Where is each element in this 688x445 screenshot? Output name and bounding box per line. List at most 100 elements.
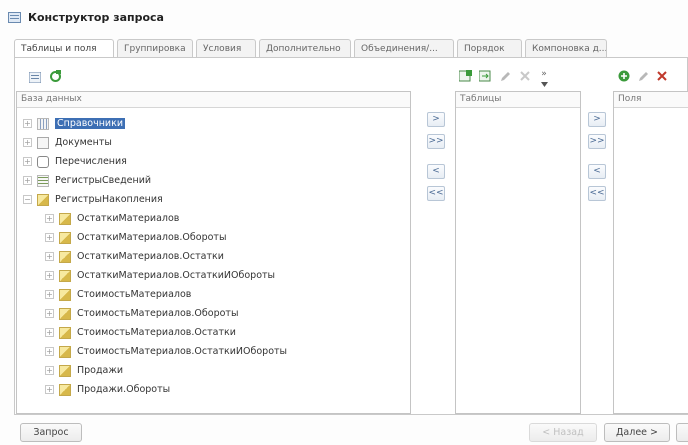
add-all-fields-button[interactable]: >> [588,134,606,149]
info-register-icon [37,174,49,187]
expand-icon[interactable]: + [45,252,54,261]
tree-item-label: РегистрыСведений [55,175,152,186]
query-designer-icon [8,11,21,23]
catalog-icon [37,117,49,130]
remove-table-button[interactable]: < [427,164,445,179]
expand-icon[interactable]: + [45,328,54,337]
tree-item-label: РегистрыНакопления [55,194,163,205]
expand-icon[interactable]: + [45,347,54,356]
document-icon [37,136,49,149]
window-title: Конструктор запроса [28,10,164,24]
accumulation-register-icon [59,231,71,244]
add-field-icon[interactable] [616,69,632,83]
back-button[interactable]: < Назад [529,423,597,442]
accumulation-register-icon [59,269,71,282]
tree-item-register[interactable]: + СтоимостьМатериалов [45,285,191,304]
tree-item-label: ОстаткиМатериалов.ОстаткиИОбороты [77,270,276,281]
tree-item-info-registers[interactable]: + РегистрыСведений [23,171,151,190]
tree-item-label: Справочники [55,118,126,129]
edit-field-pencil-icon[interactable] [635,69,651,83]
expand-icon[interactable]: + [45,271,54,280]
query-designer-window: Конструктор запроса Таблицы и поля Групп… [0,0,688,445]
tree-item-label: ОстаткиМатериалов.Остатки [77,251,224,262]
expand-icon[interactable]: + [45,366,54,375]
next-button[interactable]: Далее > [604,423,670,442]
tree-item-label: СтоимостьМатериалов.Остатки [77,327,236,338]
tab-composition[interactable]: Компоновка д... [525,39,607,58]
accumulation-register-icon [59,212,71,225]
tree-item-label: Документы [55,137,112,148]
refresh-tree-icon[interactable] [47,69,63,83]
tree-item-label: СтоимостьМатериалов.ОстаткиИОбороты [77,346,288,357]
tree-item-documents[interactable]: + Документы [23,133,112,152]
tree-item-register[interactable]: + СтоимостьМатериалов.Обороты [45,304,238,323]
expand-icon[interactable]: + [23,138,32,147]
expand-icon[interactable]: + [23,176,32,185]
delete-field-icon[interactable] [654,69,670,83]
tree-item-catalogs[interactable]: + Справочники [23,114,126,133]
list-view-icon[interactable] [27,70,43,84]
remove-all-tables-button[interactable]: << [427,186,445,201]
partial-button[interactable] [676,423,688,442]
remove-field-button[interactable]: < [588,164,606,179]
remove-all-fields-button[interactable]: << [588,186,606,201]
expand-icon[interactable]: + [23,157,32,166]
dropdown-arrow-icon[interactable] [536,77,552,91]
tree-item-enums[interactable]: + Перечисления [23,152,127,171]
enum-icon [37,155,49,168]
tree-item-label: СтоимостьМатериалов [77,289,192,300]
tree-item-register[interactable]: + Продажи [45,361,123,380]
tree-item-register[interactable]: + Продажи.Обороты [45,380,170,399]
expand-icon[interactable]: + [45,214,54,223]
title-bar: Конструктор запроса [8,8,688,26]
accumulation-register-icon [59,383,71,396]
tab-strip: Таблицы и поля Группировка Условия Допол… [14,39,688,59]
tab-unions[interactable]: Объединения/... [354,39,454,58]
accumulation-register-icon [37,193,49,206]
accumulation-register-icon [59,250,71,263]
fields-panel: Поля [613,91,688,414]
fields-panel-header: Поля [614,92,688,108]
tab-advanced[interactable]: Дополнительно [259,39,351,58]
add-all-tables-button[interactable]: >> [427,134,445,149]
tree-item-label: ОстаткиМатериалов [77,213,180,224]
tree-item-label: ОстаткиМатериалов.Обороты [77,232,227,243]
tables-panel-header: Таблицы [456,92,580,108]
accumulation-register-icon [59,326,71,339]
tab-tables-and-fields[interactable]: Таблицы и поля [14,39,114,59]
expand-icon[interactable]: + [45,385,54,394]
tree-item-accumulation-registers[interactable]: − РегистрыНакопления [23,190,163,209]
tree-item-register[interactable]: + ОстаткиМатериалов.Остатки [45,247,224,266]
tree-item-register[interactable]: + СтоимостьМатериалов.ОстаткиИОбороты [45,342,287,361]
collapse-icon[interactable]: − [23,195,32,204]
tree-item-label: Перечисления [55,156,127,167]
tab-panel-tables-and-fields: База данных + Справочники + Документы + … [14,57,688,415]
tab-grouping[interactable]: Группировка [117,39,193,58]
tree-item-register[interactable]: + ОстаткиМатериалов.Обороты [45,228,226,247]
tree-item-register[interactable]: + ОстаткиМатериалов.ОстаткиИОбороты [45,266,275,285]
delete-icon[interactable] [517,69,533,83]
tree-item-label: СтоимостьМатериалов.Обороты [77,308,239,319]
expand-icon[interactable]: + [23,119,32,128]
expand-icon[interactable]: + [45,233,54,242]
tables-panel: Таблицы [455,91,581,414]
tab-order[interactable]: Порядок [457,39,522,58]
tree-item-label: Продажи.Обороты [77,384,171,395]
add-table-button[interactable]: > [427,112,445,127]
replace-table-icon[interactable] [477,69,493,83]
tree-item-register[interactable]: + ОстаткиМатериалов [45,209,179,228]
add-table-icon[interactable] [457,69,473,83]
query-button[interactable]: Запрос [20,423,82,442]
accumulation-register-icon [59,364,71,377]
tree-item-register[interactable]: + СтоимостьМатериалов.Остатки [45,323,236,342]
database-panel-header: База данных [17,92,410,108]
tree-item-label: Продажи [77,365,124,376]
tab-conditions[interactable]: Условия [196,39,256,58]
expand-icon[interactable]: + [45,309,54,318]
edit-pencil-icon[interactable] [497,69,513,83]
expand-icon[interactable]: + [45,290,54,299]
add-field-button[interactable]: > [588,112,606,127]
accumulation-register-icon [59,307,71,320]
accumulation-register-icon [59,288,71,301]
accumulation-register-icon [59,345,71,358]
